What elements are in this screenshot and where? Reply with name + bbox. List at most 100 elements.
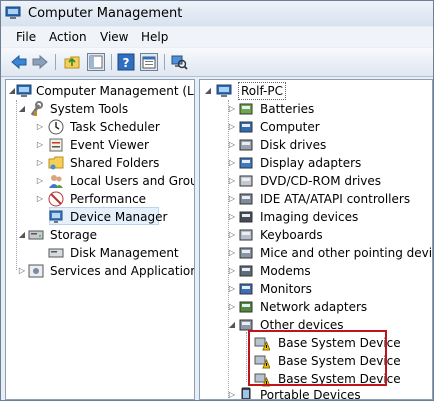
window-title: Computer Management (28, 6, 183, 21)
portable-device-icon (241, 387, 251, 399)
tree-node-modems[interactable]: ▷ Modems (228, 262, 428, 280)
tree-node-computer-management[interactable]: ◢ Computer Management (Local (8, 82, 194, 100)
device-tree-pane[interactable]: ◢ Rolf-PC ▷ Batteries ▷ Computer ▷ Disk drive… (199, 79, 433, 400)
computer-management-app-icon (5, 6, 21, 19)
expand-icon[interactable]: ▷ (36, 122, 44, 131)
tree-node-event-viewer[interactable]: ▷ Event Viewer (36, 136, 191, 154)
tree-label: IDE ATA/ATAPI controllers (260, 192, 411, 206)
properties-icon[interactable] (140, 53, 158, 71)
tree-label: Event Viewer (70, 138, 149, 152)
collapse-icon[interactable]: ◢ (8, 86, 16, 95)
tree-label: Shared Folders (70, 156, 160, 170)
expand-icon[interactable]: ▷ (228, 212, 236, 221)
toolbar-separator (55, 54, 56, 70)
tree-node-rolf-pc[interactable]: ◢ Rolf-PC (204, 82, 314, 100)
mouse-icon (239, 247, 253, 259)
expand-icon[interactable]: ▷ (228, 390, 236, 399)
tree-node-mice-and-other-pointing-devices[interactable]: ▷ Mice and other pointing devices (228, 244, 432, 262)
tree-node-disk-management[interactable]: Disk Management (36, 244, 191, 262)
up-folder-icon[interactable] (63, 53, 81, 71)
expand-icon[interactable]: ▷ (228, 122, 236, 131)
svg-text:?: ? (123, 56, 130, 70)
menu-view[interactable]: View (100, 30, 128, 44)
tree-label: Batteries (260, 102, 315, 116)
expand-icon[interactable]: ▷ (18, 266, 26, 275)
collapse-icon[interactable]: ◢ (204, 86, 212, 95)
disk-drive-icon (239, 139, 253, 151)
tree-label: Imaging devices (260, 210, 359, 224)
tools-icon (30, 101, 43, 116)
menu-file[interactable]: File (16, 30, 36, 44)
computer-icon (239, 121, 253, 133)
tree-node-performance[interactable]: ▷ Performance (36, 190, 191, 208)
tree-node-display-adapters[interactable]: ▷ Display adapters (228, 154, 428, 172)
expand-icon[interactable]: ▷ (228, 194, 236, 203)
tree-label: Services and Applications (50, 264, 195, 278)
console-tree-pane[interactable]: ◢ Computer Management (Local ◢ System To… (5, 79, 195, 400)
menu-action[interactable]: Action (49, 30, 87, 44)
expand-icon[interactable]: ▷ (228, 230, 236, 239)
tree-label: Modems (260, 264, 311, 278)
storage-icon (28, 230, 44, 240)
scan-hardware-icon[interactable] (170, 53, 188, 71)
tree-node-batteries[interactable]: ▷ Batteries (228, 100, 428, 118)
forward-arrow-icon[interactable] (31, 53, 49, 71)
tree-node-task-scheduler[interactable]: ▷ Task Scheduler (36, 118, 191, 136)
tree-node-local-users[interactable]: ▷ Local Users and Groups (36, 172, 194, 190)
display-adapter-icon (239, 157, 253, 169)
collapse-icon[interactable]: ◢ (228, 320, 236, 329)
tree-label: Task Scheduler (70, 120, 160, 134)
tree-label: Display adapters (260, 156, 362, 170)
users-icon (49, 175, 63, 188)
expand-icon[interactable]: ▷ (228, 284, 236, 293)
battery-icon (239, 103, 253, 115)
computer-management-icon (16, 84, 32, 97)
tree-node-computer[interactable]: ▷ Computer (228, 118, 428, 136)
back-arrow-icon[interactable] (10, 53, 28, 71)
tree-node-shared-folders[interactable]: ▷ Shared Folders (36, 154, 191, 172)
expand-icon[interactable]: ▷ (36, 194, 44, 203)
collapse-icon[interactable]: ◢ (18, 230, 26, 239)
collapse-icon[interactable]: ◢ (18, 104, 26, 113)
tree-node-storage[interactable]: ◢ Storage (18, 226, 188, 244)
tree-label: System Tools (50, 102, 129, 116)
show-hide-tree-icon[interactable] (87, 53, 105, 71)
tree-node-keyboards[interactable]: ▷ Keyboards (228, 226, 428, 244)
network-adapter-icon (239, 301, 253, 313)
tree-node-imaging-devices[interactable]: ▷ Imaging devices (228, 208, 428, 226)
menu-help[interactable]: Help (141, 30, 168, 44)
tree-node-system-tools[interactable]: ◢ System Tools (18, 100, 188, 118)
tree-node-services-and-applications[interactable]: ▷ Services and Applications (18, 262, 194, 280)
help-icon[interactable]: ? (117, 53, 135, 71)
device-manager-icon (49, 210, 63, 223)
tree-node-network-adapters[interactable]: ▷ Network adapters (228, 298, 428, 316)
tree-label: Portable Devices (260, 388, 361, 400)
expand-icon[interactable]: ▷ (228, 140, 236, 149)
tree-node-ide-ata-atapi-controllers[interactable]: ▷ IDE ATA/ATAPI controllers (228, 190, 428, 208)
tree-label: Disk Management (70, 246, 179, 260)
tree-label: Network adapters (260, 300, 368, 314)
imaging-device-icon (239, 211, 253, 223)
expand-icon[interactable]: ▷ (36, 158, 44, 167)
toolbar-separator (164, 54, 165, 70)
tree-label: Local Users and Groups (70, 174, 194, 188)
tree-node-disk-drives[interactable]: ▷ Disk drives (228, 136, 428, 154)
tree-label: Performance (70, 192, 147, 206)
title-bar[interactable]: Computer Management (1, 1, 433, 26)
expand-icon[interactable]: ▷ (228, 248, 236, 257)
tree-node-portable-devices[interactable]: ▷ Portable Devices (228, 386, 398, 400)
tree-label: Rolf-PC (238, 82, 286, 100)
expand-icon[interactable]: ▷ (228, 266, 236, 275)
expand-icon[interactable]: ▷ (228, 176, 236, 185)
tree-node-monitors[interactable]: ▷ Monitors (228, 280, 428, 298)
computer-management-window: Computer Management File Action View Hel… (0, 0, 434, 401)
expand-icon[interactable]: ▷ (36, 140, 44, 149)
expand-icon[interactable]: ▷ (228, 158, 236, 167)
expand-icon[interactable]: ▷ (228, 302, 236, 311)
shared-folder-icon (48, 156, 64, 170)
expand-icon[interactable]: ▷ (36, 176, 44, 185)
tree-node-dvd-cd-rom-drives[interactable]: ▷ DVD/CD-ROM drives (228, 172, 428, 190)
tree-label: Computer (260, 120, 320, 134)
expand-icon[interactable]: ▷ (228, 104, 236, 113)
tree-node-device-manager[interactable]: Device Manager (36, 208, 191, 226)
